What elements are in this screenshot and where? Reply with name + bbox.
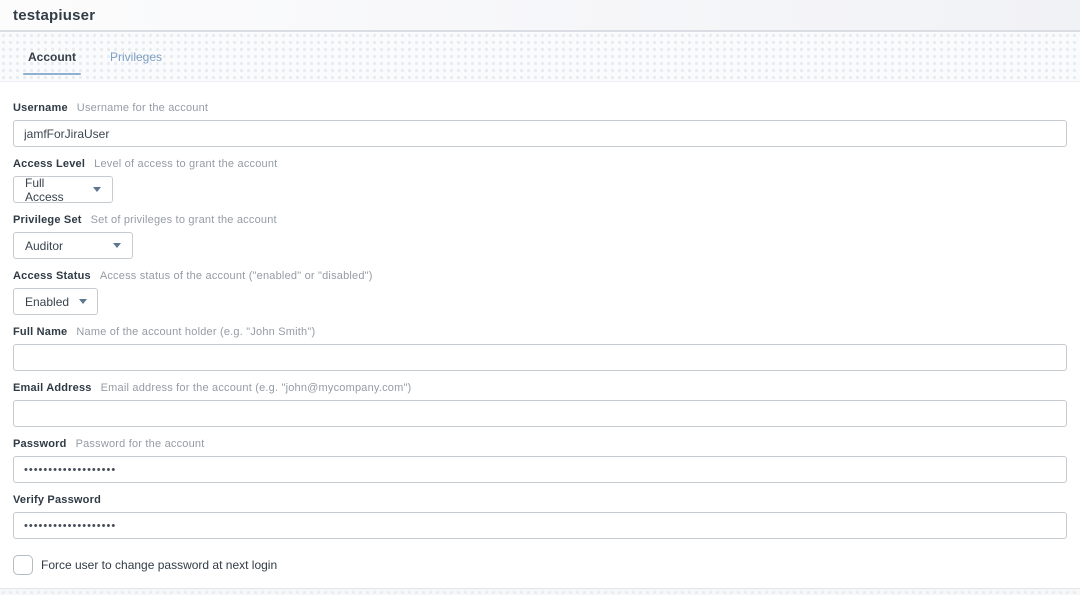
username-input[interactable] (13, 120, 1067, 147)
full-name-hint: Name of the account holder (e.g. "John S… (76, 326, 315, 338)
access-status-hint: Access status of the account ("enabled" … (100, 270, 373, 282)
access-level-label: Access Level (13, 158, 85, 170)
tab-privileges[interactable]: Privileges (107, 50, 165, 81)
full-name-field-group: Full Name Name of the account holder (e.… (13, 326, 1067, 371)
tab-bar: Account Privileges (0, 32, 1080, 82)
tab-privileges-label: Privileges (107, 50, 165, 64)
email-address-input[interactable] (13, 400, 1067, 427)
force-password-change-checkbox[interactable] (13, 555, 33, 575)
password-input[interactable] (13, 456, 1067, 483)
password-label: Password (13, 438, 67, 450)
access-status-dropdown[interactable]: Enabled (13, 288, 98, 315)
chevron-down-icon (79, 299, 87, 304)
password-field-group: Password Password for the account (13, 438, 1067, 483)
privilege-set-field-group: Privilege Set Set of privileges to grant… (13, 214, 1067, 259)
tab-account-label: Account (25, 50, 79, 64)
force-password-change-row: Force user to change password at next lo… (13, 555, 1067, 575)
page-title: testapiuser (13, 7, 95, 24)
force-password-change-label: Force user to change password at next lo… (41, 558, 277, 572)
access-status-label: Access Status (13, 270, 91, 282)
privilege-set-label: Privilege Set (13, 214, 82, 226)
username-label: Username (13, 102, 68, 114)
verify-password-label: Verify Password (13, 494, 101, 506)
account-form: Username Username for the account Access… (0, 82, 1080, 575)
chevron-down-icon (93, 187, 101, 192)
privilege-set-dropdown[interactable]: Auditor (13, 232, 133, 259)
bottom-section-divider (0, 588, 1080, 595)
privilege-set-hint: Set of privileges to grant the account (91, 214, 277, 226)
password-hint: Password for the account (76, 438, 205, 450)
access-status-selected-value: Enabled (25, 295, 69, 309)
email-address-field-group: Email Address Email address for the acco… (13, 382, 1067, 427)
access-level-selected-value: Full Access (25, 176, 83, 204)
access-level-field-group: Access Level Level of access to grant th… (13, 158, 1067, 203)
privilege-set-selected-value: Auditor (25, 239, 63, 253)
active-tab-underline (23, 73, 81, 75)
access-level-hint: Level of access to grant the account (94, 158, 277, 170)
full-name-label: Full Name (13, 326, 67, 338)
verify-password-input[interactable] (13, 512, 1067, 539)
page-header: testapiuser (0, 0, 1080, 32)
full-name-input[interactable] (13, 344, 1067, 371)
tab-account[interactable]: Account (25, 50, 79, 81)
verify-password-field-group: Verify Password (13, 494, 1067, 539)
access-level-dropdown[interactable]: Full Access (13, 176, 113, 203)
email-address-label: Email Address (13, 382, 92, 394)
chevron-down-icon (113, 243, 121, 248)
email-address-hint: Email address for the account (e.g. "joh… (101, 382, 412, 394)
access-status-field-group: Access Status Access status of the accou… (13, 270, 1067, 315)
username-hint: Username for the account (77, 102, 208, 114)
username-field-group: Username Username for the account (13, 102, 1067, 147)
